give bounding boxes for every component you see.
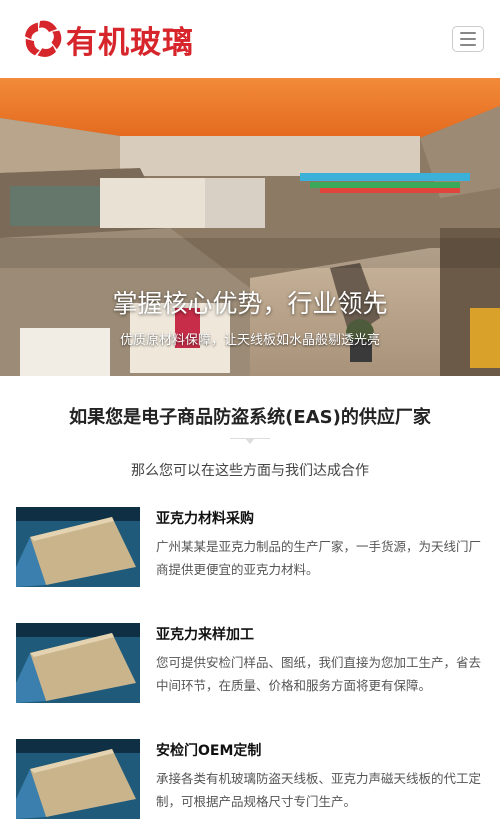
service-item[interactable]: 亚克力来样加工 您可提供安检门样品、图纸，我们直接为您加工生产，省去中间环节，在… (0, 623, 500, 703)
service-title[interactable]: 亚克力来样加工 (156, 625, 484, 645)
banner-subtitle: 优质原材料保障，让天线板如水晶般剔透光亮 (119, 333, 380, 348)
service-description: 承接各类有机玻璃防盗天线板、亚克力声磁天线板的代工定制，可根据产品规格尺寸专门生… (156, 771, 482, 809)
section-title: 如果您是电子商品防盗系统(EAS)的供应厂家 (69, 407, 431, 428)
hamburger-menu-icon (460, 32, 476, 34)
service-description: 您可提供安检门样品、图纸，我们直接为您加工生产，省去中间环节，在质量、价格和服务… (156, 655, 482, 693)
site-header: 有机玻璃 (0, 0, 500, 78)
product-thumbnail[interactable] (16, 507, 140, 587)
service-title[interactable]: 亚克力材料采购 (156, 509, 484, 529)
service-description: 广州某某是亚克力制品的生产厂家，一手货源，为天线门厂商提供更便宜的亚克力材料。 (156, 539, 482, 577)
service-item[interactable]: 亚克力材料采购 广州某某是亚克力制品的生产厂家，一手货源，为天线门厂商提供更便宜… (0, 507, 500, 587)
menu-toggle-button[interactable] (452, 26, 484, 52)
product-thumbnail[interactable] (16, 739, 140, 819)
logo-icon (24, 20, 62, 57)
hero-banner[interactable]: 掌握核心优势，行业领先 优质原材料保障，让天线板如水晶般剔透光亮 (0, 78, 500, 376)
title-divider (230, 438, 270, 451)
logo-text: 有机玻璃 (66, 24, 194, 61)
service-list: 亚克力材料采购 广州某某是亚克力制品的生产厂家，一手货源，为天线门厂商提供更便宜… (0, 507, 500, 819)
service-item[interactable]: 安检门OEM定制 承接各类有机玻璃防盗天线板、亚克力声磁天线板的代工定制，可根据… (0, 739, 500, 819)
logo[interactable]: 有机玻璃 (22, 17, 194, 62)
service-title[interactable]: 安检门OEM定制 (156, 741, 484, 761)
banner-title: 掌握核心优势，行业领先 (112, 289, 388, 318)
section-subtitle: 那么您可以在这些方面与我们达成合作 (131, 463, 369, 479)
product-thumbnail[interactable] (16, 623, 140, 703)
